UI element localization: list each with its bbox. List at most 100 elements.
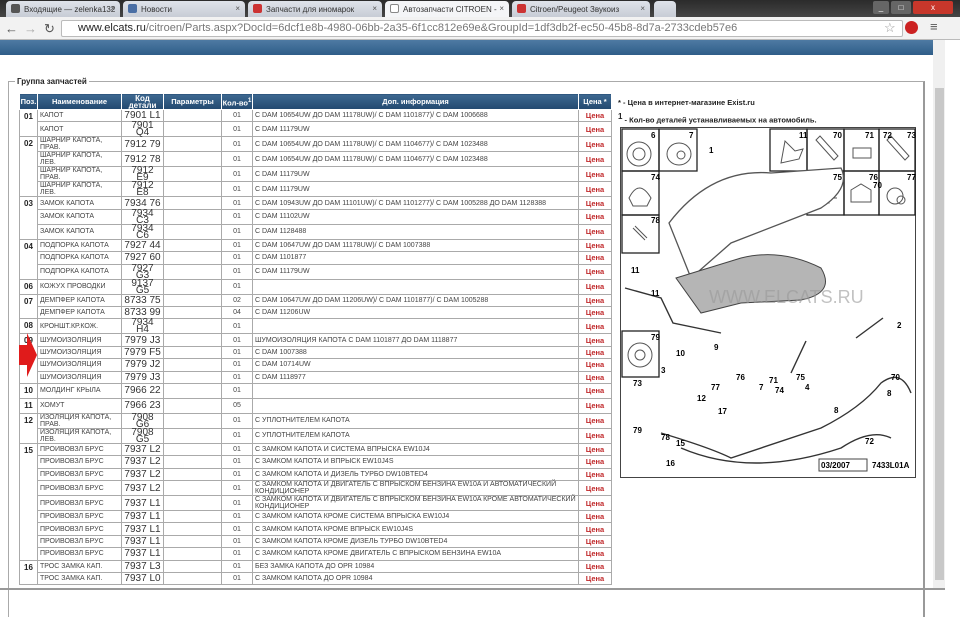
code-cell[interactable]: 7901 Q4 [121, 121, 164, 138]
price-link[interactable]: Цена [578, 345, 612, 360]
price-link[interactable]: Цена [578, 166, 612, 183]
price-link[interactable]: Цена [578, 196, 612, 210]
code-cell[interactable]: 7937 L2 [121, 467, 164, 482]
price-link[interactable]: Цена [578, 136, 612, 153]
new-tab-button[interactable] [654, 1, 676, 17]
code-cell[interactable]: 7934 H4 [121, 318, 164, 335]
code-cell[interactable]: 7937 L1 [121, 534, 164, 549]
code-cell[interactable]: 7979 J3 [121, 370, 164, 384]
code-cell[interactable]: 7937 L1 [121, 495, 164, 512]
price-link[interactable]: Цена [578, 455, 612, 469]
back-icon[interactable]: ← [5, 21, 18, 36]
code-cell[interactable]: 7937 L1 [121, 510, 164, 524]
price-link[interactable]: Цена [578, 480, 612, 497]
price-link[interactable]: Цена [578, 181, 612, 198]
code-cell[interactable]: 7937 L2 [121, 455, 164, 469]
tab-parts[interactable]: Запчасти для иномарок × [248, 1, 382, 17]
code-cell[interactable]: 7908 G5 [121, 427, 164, 444]
code-cell[interactable]: 7927 44 [121, 238, 164, 253]
code-cell[interactable]: 7937 L2 [121, 442, 164, 457]
code-cell[interactable]: 7937 L3 [121, 559, 164, 574]
price-link[interactable]: Цена [578, 318, 612, 335]
tab-inbox[interactable]: Входящие — zelenka132 × [6, 1, 120, 17]
code-cell[interactable]: 9137 G5 [121, 278, 164, 295]
close-tab-icon[interactable]: × [235, 4, 240, 13]
price-link[interactable]: Цена [578, 442, 612, 457]
code-cell[interactable]: 7937 L2 [121, 480, 164, 497]
mail-icon [11, 4, 20, 13]
table-row: ПРОИВОВЗЛ БРУС 7937 L2 01 С ЗАМКОМ КАПОТА И… [20, 480, 612, 497]
price-link[interactable]: Цена [578, 151, 612, 168]
name-cell: ШАРНИР КАПОТА, ПРАВ. [37, 166, 122, 183]
site-header-bar [0, 40, 933, 55]
price-link[interactable]: Цена [578, 559, 612, 574]
tab-citroen-parts[interactable]: Автозапчасти CITROEN - × [385, 1, 509, 17]
price-link[interactable]: Цена [578, 251, 612, 265]
tab-news[interactable]: Новости × [123, 1, 245, 17]
callout-label: 75 [796, 373, 805, 382]
info-cell: С DAM 11179UW [252, 181, 579, 198]
code-cell[interactable]: 7979 F5 [121, 345, 164, 360]
price-link[interactable]: Цена [578, 121, 612, 138]
price-link[interactable]: Цена [578, 510, 612, 524]
params-cell [163, 534, 222, 549]
code-cell[interactable]: 8733 75 [121, 293, 164, 307]
price-link[interactable]: Цена [578, 412, 612, 429]
price-link[interactable]: Цена [578, 305, 612, 320]
scrollbar-thumb[interactable] [935, 88, 944, 580]
reload-icon[interactable]: ↻ [44, 21, 55, 37]
close-tab-icon[interactable]: × [372, 4, 377, 13]
price-link[interactable]: Цена [578, 278, 612, 295]
price-link[interactable]: Цена [578, 534, 612, 549]
parts-diagram[interactable]: WWW.ELCATS.RU 03/2007 7433L01A 6 7 74 78 11 7… [620, 127, 916, 478]
table-row: 09ШУМОИЗОЛЯЦИЯ7979 J301ШУМОИЗОЛЯЦИЯ КАПО… [19, 333, 612, 384]
name-cell: КАПОТ [37, 121, 122, 138]
price-link[interactable]: Цена [578, 293, 612, 307]
address-bar[interactable]: www.elcats.ru/citroen/Parts.aspx?DocId=6… [61, 20, 903, 37]
price-link[interactable]: Цена [578, 108, 612, 123]
code-cell[interactable]: 7937 L1 [121, 522, 164, 536]
params-cell [163, 305, 222, 320]
price-link[interactable]: Цена [578, 572, 612, 586]
price-link[interactable]: Цена [578, 238, 612, 253]
code-cell[interactable]: 7912 E8 [121, 181, 164, 198]
code-cell[interactable]: 7979 J2 [121, 358, 164, 372]
price-link[interactable]: Цена [578, 382, 612, 399]
price-link[interactable]: Цена [578, 522, 612, 536]
close-tab-icon[interactable]: × [640, 4, 645, 13]
code-cell[interactable]: 7934 C6 [121, 223, 164, 240]
minimize-button[interactable]: _ [873, 1, 889, 14]
price-link[interactable]: Цена [578, 495, 612, 512]
info-cell: С ЗАМКОМ КАПОТА И ДИЗЕЛЬ ТУРБО DW10BTED4 [252, 467, 579, 482]
price-link[interactable]: Цена [578, 467, 612, 482]
code-cell[interactable]: 7937 L0 [121, 572, 164, 586]
params-cell [163, 263, 222, 280]
code-cell[interactable]: 7927 G3 [121, 263, 164, 280]
forward-icon[interactable]: → [24, 21, 37, 36]
params-cell [163, 251, 222, 265]
menu-icon[interactable]: ≡ [930, 19, 938, 34]
tab-citroen-peugeot[interactable]: Citroen/Peugeot Звукоиз × [512, 1, 650, 17]
code-cell[interactable]: 7966 22 [121, 382, 164, 399]
price-link[interactable]: Цена [578, 397, 612, 414]
price-link[interactable]: Цена [578, 208, 612, 225]
price-link[interactable]: Цена [578, 263, 612, 280]
price-link[interactable]: Цена [578, 370, 612, 384]
opera-icon[interactable] [905, 21, 918, 34]
close-tab-icon[interactable]: × [110, 4, 115, 13]
code-cell[interactable]: 7912 79 [121, 136, 164, 153]
price-link[interactable]: Цена [578, 547, 612, 561]
table-row: ДЕМПФЕР КАПОТА 8733 99 04 С DAM 11206UW Цена [20, 305, 612, 320]
price-link[interactable]: Цена [578, 427, 612, 444]
bookmark-star-icon[interactable]: ☆ [884, 20, 896, 36]
price-link[interactable]: Цена [578, 333, 612, 347]
code-cell[interactable]: 7937 L1 [121, 547, 164, 561]
callout-label: 9 [714, 343, 719, 352]
col-name: Наименование [37, 93, 122, 110]
code-cell[interactable]: 7979 J3 [121, 333, 164, 347]
maximize-button[interactable]: □ [891, 1, 911, 14]
price-link[interactable]: Цена [578, 223, 612, 240]
close-window-button[interactable]: x [913, 1, 953, 14]
close-tab-icon[interactable]: × [499, 4, 504, 13]
price-link[interactable]: Цена [578, 358, 612, 372]
